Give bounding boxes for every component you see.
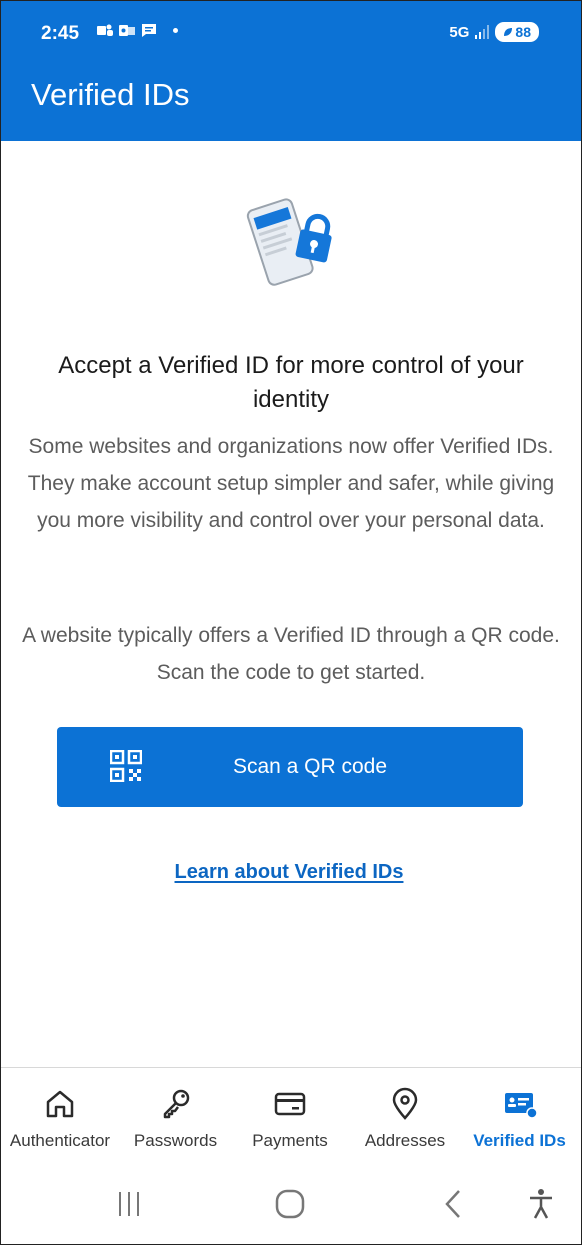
qr-instructions: A website typically offers a Verified ID… — [22, 624, 560, 684]
nav-addresses[interactable]: Addresses — [348, 1068, 462, 1164]
teams-icon — [97, 24, 113, 36]
bottom-navigation: Authenticator Passwords Payments Address… — [1, 1067, 581, 1164]
messages-icon — [142, 24, 156, 37]
nav-authenticator[interactable]: Authenticator — [1, 1068, 119, 1164]
back-icon[interactable] — [433, 1187, 473, 1221]
phone-lock-illustration — [246, 198, 332, 286]
page-title: Verified IDs — [31, 77, 190, 112]
status-bar: 2:45 5G 88 — [1, 1, 581, 65]
status-time: 2:45 — [41, 23, 80, 44]
battery-indicator: 88 — [495, 22, 539, 42]
nav-payments[interactable]: Payments — [232, 1068, 348, 1164]
network-type: 5G — [449, 23, 470, 41]
home-icon — [46, 1090, 74, 1118]
nav-label-addresses: Addresses — [364, 1131, 446, 1150]
nav-verified-ids[interactable]: Verified IDs — [462, 1068, 577, 1164]
status-right: 5G 88 — [449, 22, 539, 42]
home-circle-icon[interactable] — [270, 1187, 310, 1221]
leaf-icon — [504, 28, 513, 36]
credit-card-icon — [274, 1092, 306, 1116]
app-screen: 2:45 5G 88 Verified IDs Accept a Verifie… — [0, 0, 582, 1245]
id-card-icon — [504, 1093, 538, 1119]
app-bar: Verified IDs — [1, 65, 581, 141]
recent-apps-icon[interactable] — [109, 1187, 149, 1221]
outlook-icon — [119, 25, 135, 36]
more-notifications-dot — [173, 28, 178, 33]
scan-qr-button[interactable]: Scan a QR code — [57, 727, 523, 807]
nav-label-payments: Payments — [252, 1131, 328, 1150]
notification-icons — [97, 23, 178, 38]
key-icon — [163, 1089, 189, 1119]
nav-label-verified-ids: Verified IDs — [473, 1131, 566, 1150]
nav-label-authenticator: Authenticator — [9, 1131, 111, 1150]
battery-level: 88 — [515, 24, 531, 40]
system-navigation — [1, 1163, 581, 1244]
accessibility-icon[interactable] — [521, 1187, 561, 1221]
nav-passwords[interactable]: Passwords — [119, 1068, 232, 1164]
scan-qr-label: Scan a QR code — [232, 755, 388, 778]
intro-heading: Accept a Verified ID for more control of… — [58, 352, 524, 413]
learn-verified-ids-link[interactable]: Learn about Verified IDs — [1, 861, 577, 884]
signal-icon — [475, 25, 490, 39]
location-pin-icon — [392, 1087, 418, 1120]
nav-label-passwords: Passwords — [133, 1131, 218, 1150]
intro-paragraph: Some websites and organizations now offe… — [27, 435, 555, 532]
